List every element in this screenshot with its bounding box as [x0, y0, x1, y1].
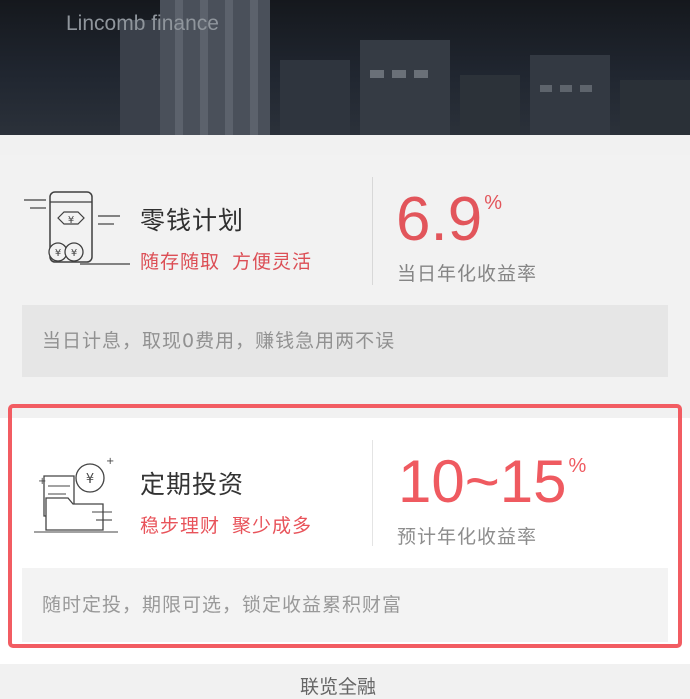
selection-highlight [8, 404, 682, 648]
rate-label: 当日年化收益率 [397, 263, 538, 285]
product-name: 零钱计划 [140, 206, 245, 235]
svg-text:¥: ¥ [68, 215, 74, 226]
rate-unit: % [484, 192, 502, 214]
phone-coin-icon: ¥ ¥ ¥ [24, 191, 130, 265]
svg-text:¥: ¥ [71, 248, 77, 259]
rate-value: 6.9% [396, 185, 502, 254]
product-tags: 随存随取 方便灵活 [140, 247, 312, 274]
svg-text:¥: ¥ [55, 248, 61, 259]
product-tag: 随存随取 [140, 251, 221, 273]
brand-title: Lincomb finance [66, 12, 219, 35]
divider [372, 177, 373, 285]
product-tag: 方便灵活 [232, 251, 313, 273]
bottom-section-title: 联览全融 [300, 676, 377, 698]
product-card-flexible[interactable]: ¥ ¥ ¥ 零钱计划 随存随取 方便灵活 6.9% 当日年化收益率 当日计息，取现… [0, 155, 690, 400]
header-banner: Lincomb finance [0, 0, 690, 135]
product-description: 当日计息，取现0费用，赚钱急用两不误 [22, 305, 668, 377]
